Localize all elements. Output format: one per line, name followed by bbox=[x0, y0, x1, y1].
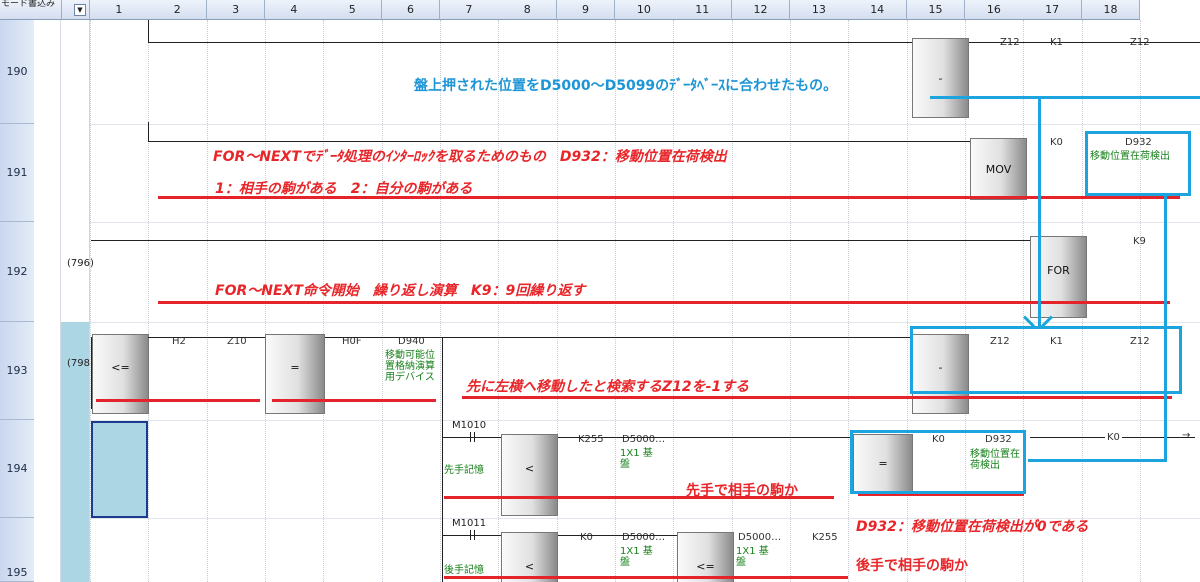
operand-z12-dest: Z12 bbox=[1130, 37, 1150, 48]
d5000-comment-194: 1X1 基盤 bbox=[620, 448, 653, 470]
d5000-comment-195: 1X1 基盤 bbox=[620, 546, 653, 568]
row-number-194[interactable]: 194 bbox=[0, 420, 34, 518]
le-compare-195[interactable]: <= bbox=[677, 532, 734, 582]
section-cell bbox=[61, 420, 90, 518]
annotation-191b: 1：相手の駒がある 2：自分の駒がある bbox=[215, 181, 473, 197]
annotation-192: FOR〜NEXT命令開始 繰り返し演算 K9：9回繰り返す bbox=[215, 283, 586, 299]
column-header-17[interactable]: 17 bbox=[1023, 0, 1083, 20]
operand-d5000: D5000… bbox=[622, 434, 666, 445]
operand-d5000-195: D5000… bbox=[622, 532, 666, 543]
contact-m1011[interactable]: M1011 bbox=[452, 518, 486, 529]
grid-row-line bbox=[90, 322, 1200, 323]
step-cell bbox=[34, 420, 61, 518]
row-number-191[interactable]: 191 bbox=[0, 124, 34, 222]
sub-instruction-190[interactable]: - bbox=[912, 38, 969, 118]
column-header-6[interactable]: 6 bbox=[381, 0, 441, 20]
column-header-13[interactable]: 13 bbox=[789, 0, 849, 20]
callout-box-sub193 bbox=[910, 326, 1182, 394]
annotation-195: 後手で相手の駒か bbox=[856, 558, 968, 574]
underline-193c bbox=[462, 396, 1172, 399]
operand-k255: K255 bbox=[578, 434, 604, 445]
column-header-2[interactable]: 2 bbox=[148, 0, 208, 20]
d5000-comment-195b: 1X1 基盤 bbox=[736, 546, 769, 568]
step-number: (796) bbox=[67, 258, 94, 269]
underline-193a bbox=[96, 399, 260, 402]
column-header-18[interactable]: 18 bbox=[1081, 0, 1141, 20]
column-header-11[interactable]: 11 bbox=[673, 0, 733, 20]
step-cell bbox=[34, 322, 61, 420]
operand-k1: K1 bbox=[1050, 37, 1063, 48]
row-number-190[interactable]: 190 bbox=[0, 20, 34, 124]
step-cell bbox=[34, 518, 61, 582]
filter-header[interactable]: ▼ bbox=[62, 0, 90, 20]
grid-row-line bbox=[90, 420, 1200, 421]
annotation-190: 盤上押された位置をD5000〜D5099のﾃﾞｰﾀﾍﾞｰｽに合わせたもの。 bbox=[414, 78, 838, 94]
column-header-14[interactable]: 14 bbox=[848, 0, 908, 20]
row-number-192[interactable]: 192 bbox=[0, 222, 34, 322]
underline-191 bbox=[158, 196, 1180, 199]
d940-comment: 移動可能位置格納演算用デバイス bbox=[385, 350, 435, 383]
annotation-191a: FOR〜NEXTでﾃﾞｰﾀ処理のｲﾝﾀｰﾛｯｸを取るためのもの D932：移動位… bbox=[213, 149, 727, 165]
annotation-194b: D932：移動位置在荷検出が0である bbox=[856, 519, 1089, 535]
selected-cell[interactable] bbox=[91, 421, 148, 518]
contact-comment-195: 後手記憶 bbox=[444, 565, 484, 576]
operand-d5000-195b: D5000… bbox=[738, 532, 782, 543]
step-number: (798) bbox=[67, 358, 94, 369]
mov-instruction[interactable]: MOV bbox=[970, 138, 1027, 200]
grid-column-line bbox=[148, 20, 150, 582]
section-cell: (798) bbox=[61, 322, 94, 420]
column-header-5[interactable]: 5 bbox=[323, 0, 383, 20]
eq-compare-193[interactable]: = bbox=[265, 334, 325, 414]
section-cell: (796) bbox=[61, 222, 94, 322]
column-header-3[interactable]: 3 bbox=[206, 0, 266, 20]
column-header-16[interactable]: 16 bbox=[964, 0, 1024, 20]
step-cell bbox=[34, 124, 61, 222]
ladder-editor: モード書込み ▼ 1 2 3 4 5 6 7 8 9 10 11 12 13 14 15 16 17 18 190… bbox=[0, 0, 1200, 582]
lt-compare-194[interactable]: < bbox=[501, 434, 558, 516]
section-cell bbox=[61, 124, 90, 222]
underline-195 bbox=[444, 576, 848, 579]
operand-k0: K0 bbox=[1050, 137, 1063, 148]
row-number-193[interactable]: 193 bbox=[0, 322, 34, 420]
step-cell bbox=[34, 20, 61, 124]
underline-193b bbox=[272, 399, 436, 402]
dropdown-icon[interactable]: ▼ bbox=[74, 4, 86, 16]
le-compare[interactable]: <= bbox=[92, 334, 149, 414]
grid-row-line bbox=[90, 124, 1200, 125]
underline-192 bbox=[158, 301, 1170, 304]
lt-compare-195[interactable]: < bbox=[501, 532, 558, 582]
contact-comment-194: 先手記憶 bbox=[444, 465, 484, 476]
coil-k0[interactable]: K0 bbox=[1105, 432, 1122, 443]
column-header-4[interactable]: 4 bbox=[264, 0, 324, 20]
row-number-195[interactable]: 195 bbox=[0, 518, 34, 582]
mode-write-header: モード書込み bbox=[0, 0, 62, 20]
callout-box-eq194 bbox=[850, 430, 1026, 494]
step-cell bbox=[34, 222, 61, 322]
operand-k255-195: K255 bbox=[812, 532, 838, 543]
grid-row-line bbox=[90, 222, 1200, 223]
operand-z12: Z12 bbox=[1000, 37, 1020, 48]
operand-k0-195: K0 bbox=[580, 532, 593, 543]
coil-arrow-icon: → bbox=[1182, 430, 1191, 441]
section-cell bbox=[61, 518, 90, 582]
column-header-12[interactable]: 12 bbox=[731, 0, 791, 20]
operand-k9: K9 bbox=[1133, 236, 1146, 247]
column-header-1[interactable]: 1 bbox=[90, 0, 149, 20]
callout-box-d932 bbox=[1085, 131, 1191, 196]
column-header-8[interactable]: 8 bbox=[498, 0, 558, 20]
column-header-9[interactable]: 9 bbox=[556, 0, 616, 20]
contact-m1010[interactable]: M1010 bbox=[452, 420, 486, 431]
annotation-193: 先に左横へ移動したと検索するZ12を-1する bbox=[466, 379, 750, 395]
column-header-10[interactable]: 10 bbox=[614, 0, 674, 20]
column-header-15[interactable]: 15 bbox=[906, 0, 966, 20]
column-header-7[interactable]: 7 bbox=[439, 0, 499, 20]
underline-194 bbox=[444, 496, 834, 499]
section-cell bbox=[61, 20, 90, 124]
